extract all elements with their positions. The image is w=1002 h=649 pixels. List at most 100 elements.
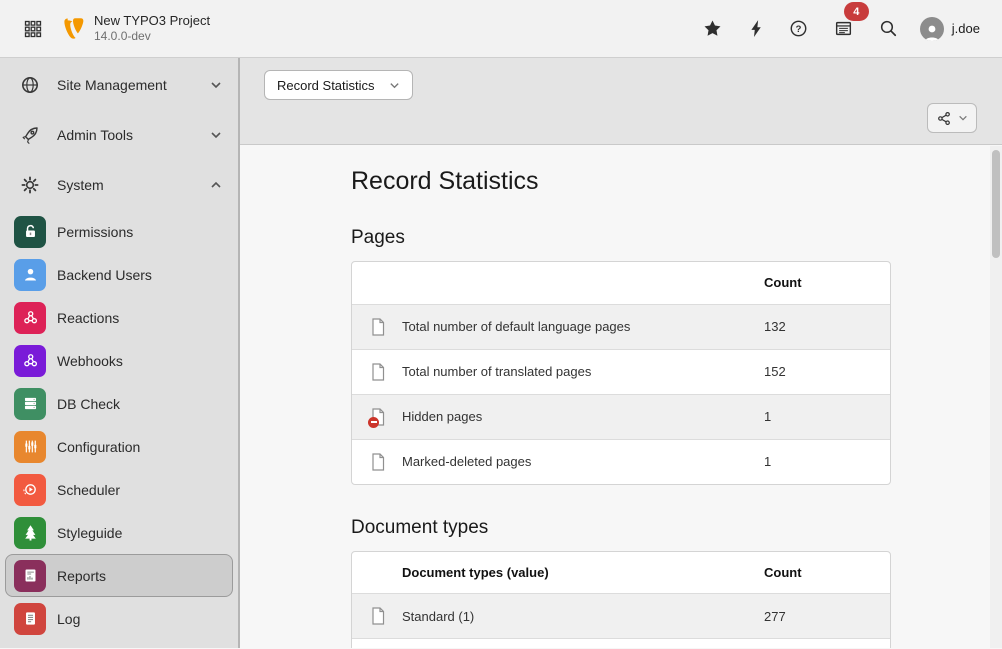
chevron-down-icon: [958, 113, 968, 123]
notification-badge: 4: [844, 2, 869, 21]
empty-header: [352, 262, 748, 304]
user-menu[interactable]: j.doe: [920, 17, 980, 41]
molecule-icon: [14, 302, 46, 334]
row-count: 132: [748, 304, 890, 349]
sidebar-section-system[interactable]: System: [0, 160, 238, 210]
doctypes-heading: Document types: [351, 517, 891, 539]
content-scrollbar-track: [990, 146, 1002, 648]
table-row: Total number of translated pages 152: [352, 349, 890, 394]
table-row: Hidden pages 1: [352, 394, 890, 439]
section-label: Admin Tools: [57, 127, 133, 143]
content-scrollbar-thumb[interactable]: [992, 150, 1000, 258]
sidebar-item-configuration[interactable]: Configuration: [5, 425, 233, 468]
sidebar-item-label: Backend Users: [57, 267, 152, 283]
section-label: System: [57, 177, 104, 193]
table-row: Standard (1) 277: [352, 594, 890, 639]
sidebar-item-label: Permissions: [57, 224, 133, 240]
page-icon: [370, 318, 386, 336]
row-label: Total number of translated pages: [386, 349, 748, 394]
clipboard-icon: [14, 603, 46, 635]
help-button[interactable]: ?: [785, 15, 812, 42]
app-version: 14.0.0-dev: [94, 29, 210, 44]
chevron-down-icon: [210, 129, 222, 141]
app-title: New TYPO3 Project: [94, 13, 210, 29]
brand[interactable]: New TYPO3 Project 14.0.0-dev: [62, 13, 210, 44]
gear-icon: [20, 175, 40, 195]
avatar: [920, 17, 944, 41]
molecule-icon: [14, 345, 46, 377]
sidebar-item-webhooks[interactable]: Webhooks: [5, 339, 233, 382]
row-count: 0: [748, 639, 890, 649]
row-count: 1: [748, 439, 890, 484]
svg-text:?: ?: [795, 24, 801, 35]
globe-icon: [20, 75, 40, 95]
sidebar-item-label: Log: [57, 611, 80, 627]
typo3-logo-icon: [62, 16, 84, 42]
module-menu: Site Management Admin Tools: [0, 58, 240, 648]
sidebar-item-permissions[interactable]: Permissions: [5, 210, 233, 253]
bolt-icon: [748, 19, 763, 38]
sidebar-item-scheduler[interactable]: Scheduler: [5, 468, 233, 511]
chevron-up-icon: [210, 179, 222, 191]
count-header: Count: [748, 552, 890, 594]
bookmarks-button[interactable]: [699, 15, 726, 42]
report-select-dropdown[interactable]: Record Statistics: [264, 70, 413, 100]
pages-table: Count Total number of default langu: [352, 262, 890, 484]
database-icon: [14, 388, 46, 420]
sidebar-item-db-check[interactable]: DB Check: [5, 382, 233, 425]
rocket-icon: [20, 125, 40, 145]
table-row: Marked-deleted pages 1: [352, 439, 890, 484]
sidebar-item-reports[interactable]: Reports: [5, 554, 233, 597]
row-count: 277: [748, 594, 890, 639]
help-icon: ?: [789, 19, 808, 38]
sidebar-item-styleguide[interactable]: Styleguide: [5, 511, 233, 554]
row-count: 152: [748, 349, 890, 394]
row-label: Backend User Section (6): [386, 639, 748, 649]
hidden-overlay-icon: [368, 417, 379, 428]
page-title: Record Statistics: [351, 167, 891, 195]
pages-table-card: Count Total number of default langu: [351, 261, 891, 485]
grid-icon: [24, 20, 42, 38]
row-label: Hidden pages: [386, 394, 748, 439]
lock-icon: [14, 216, 46, 248]
search-button[interactable]: [875, 15, 902, 42]
username: j.doe: [952, 21, 980, 36]
share-button[interactable]: [927, 103, 977, 133]
module-menu-button[interactable]: [20, 16, 46, 42]
row-label: Total number of default language pages: [386, 304, 748, 349]
play-circle-icon: [14, 474, 46, 506]
row-count: 1: [748, 394, 890, 439]
search-icon: [879, 19, 898, 38]
module-body: Record Statistics Pages Count: [240, 145, 1002, 648]
sidebar-item-label: Webhooks: [57, 353, 123, 369]
table-header-row: Count: [352, 262, 890, 304]
sidebar-item-log[interactable]: Log: [5, 597, 233, 640]
table-row: Total number of default language pages 1…: [352, 304, 890, 349]
docheader: Record Statistics: [240, 58, 1002, 145]
sidebar-item-label: Configuration: [57, 439, 140, 455]
page-icon: [370, 453, 386, 471]
pages-heading: Pages: [351, 227, 891, 249]
chevron-down-icon: [389, 80, 400, 91]
table-row: Backend User Section (6) 0: [352, 639, 890, 649]
sidebar-item-backend-users[interactable]: Backend Users: [5, 253, 233, 296]
row-label: Marked-deleted pages: [386, 439, 748, 484]
sidebar-item-reactions[interactable]: Reactions: [5, 296, 233, 339]
doctypes-value-header: Document types (value): [352, 552, 748, 594]
sidebar-section-site-management[interactable]: Site Management: [0, 60, 238, 110]
list-icon: [834, 19, 853, 38]
report-select-label: Record Statistics: [277, 78, 375, 93]
doctypes-table-card: Document types (value) Count: [351, 551, 891, 649]
sidebar-section-admin-tools[interactable]: Admin Tools: [0, 110, 238, 160]
sidebar-item-label: DB Check: [57, 396, 120, 412]
count-header: Count: [748, 262, 890, 304]
sidebar-item-label: Reactions: [57, 310, 119, 326]
module-content: Record Statistics: [240, 58, 1002, 648]
sidebar-item-label: Reports: [57, 568, 106, 584]
section-label: Site Management: [57, 77, 167, 93]
table-header-row: Document types (value) Count: [352, 552, 890, 594]
clear-cache-button[interactable]: [744, 15, 767, 42]
doctypes-table: Document types (value) Count: [352, 552, 890, 649]
row-label: Standard (1): [386, 594, 748, 639]
system-information-button[interactable]: 4: [830, 15, 857, 42]
